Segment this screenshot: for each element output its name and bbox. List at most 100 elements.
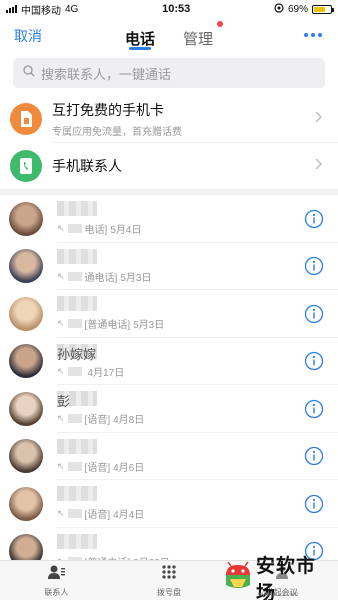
android-logo-icon [222, 561, 254, 596]
call-history-row[interactable]: 孙嫁嫁 ↖ 4月17日 [0, 338, 338, 385]
call-date: 4月6日 [113, 462, 145, 474]
tab-label: 拨号盘 [157, 587, 181, 597]
phone-book-icon [10, 150, 42, 182]
call-meta: ↖ 通电话] 5月3日 [57, 269, 151, 284]
call-date: 4月17日 [87, 367, 125, 379]
signal-icon [6, 5, 17, 13]
call-history-row[interactable]: ↖ 通电话] 5月3日 [0, 243, 338, 290]
contact-name-redacted [57, 486, 97, 502]
call-type: [语音] [84, 510, 111, 522]
contacts-icon [47, 564, 66, 585]
search-bar[interactable]: 搜索联系人，一键通话 [13, 58, 325, 88]
outgoing-call-icon: ↖ [57, 413, 65, 424]
avatar [9, 201, 43, 236]
feature-subtitle: 专属应用免流量，首充赠话费 [52, 127, 182, 138]
call-date: 5月4日 [110, 225, 142, 237]
redacted-block [67, 366, 82, 376]
watermark-logo: 安软市场 www.anxz.com [222, 556, 334, 600]
outgoing-call-icon: ↖ [57, 270, 65, 281]
info-icon[interactable] [304, 304, 324, 324]
info-icon[interactable] [304, 351, 324, 371]
redacted-block [67, 509, 82, 519]
call-history-row[interactable]: 彭 ↖ [语音] 4月8日 [0, 385, 338, 433]
avatar [9, 249, 43, 284]
outgoing-call-icon: ↖ [57, 460, 65, 471]
call-type: 通电话] [84, 272, 118, 284]
tab-dialpad[interactable]: 拨号盘 [113, 561, 226, 600]
tab-contacts[interactable]: 联系人 [0, 561, 113, 600]
outgoing-call-icon: ↖ [57, 365, 65, 376]
call-history-row[interactable]: ↖ [普通电话] 5月3日 [0, 290, 338, 338]
call-type: [普通电话] [84, 320, 131, 332]
contact-name: 孙嫁嫁 [57, 346, 97, 362]
call-date: 5月3日 [133, 320, 165, 332]
call-meta: ↖ [语音] 4月6日 [57, 459, 144, 474]
search-icon [23, 64, 35, 82]
call-history-row[interactable]: ↖ [语音] 4月6日 [0, 433, 338, 480]
avatar [9, 344, 43, 379]
call-type: [语音] [84, 415, 111, 427]
status-left: 中国移动 4G [6, 2, 78, 17]
call-meta: ↖ [普通电话] 5月3日 [57, 316, 164, 331]
outgoing-call-icon: ↖ [57, 223, 65, 234]
contact-name-redacted [57, 248, 97, 264]
contact-name: 彭 [57, 394, 71, 410]
call-meta: ↖ 电话] 5月4日 [57, 221, 141, 236]
contact-name-redacted: 孙嫁嫁 [57, 343, 97, 362]
tab-phone[interactable]: 电话 [125, 18, 155, 52]
info-icon[interactable] [304, 209, 324, 229]
contact-name-redacted [57, 296, 97, 312]
orientation-lock-icon [274, 2, 284, 16]
chevron-right-icon [315, 110, 322, 128]
carrier-label: 中国移动 [21, 5, 61, 17]
contact-name-redacted [57, 201, 97, 217]
outgoing-call-icon: ↖ [57, 318, 65, 329]
call-meta: ↖ [语音] 4月4日 [57, 506, 144, 521]
tab-manage[interactable]: 管理 [183, 18, 224, 52]
redacted-block [67, 461, 82, 471]
avatar [9, 486, 43, 521]
call-type: 电话] [84, 225, 108, 237]
sim-card-icon [10, 103, 42, 135]
avatar [9, 296, 43, 331]
info-icon[interactable] [304, 494, 324, 514]
tab-manage-label: 管理 [183, 30, 214, 48]
network-label: 4G [65, 3, 79, 15]
call-date: 5月3日 [120, 272, 152, 284]
contact-name-redacted [57, 438, 97, 454]
notification-dot [217, 21, 224, 27]
info-icon[interactable] [304, 446, 324, 466]
top-nav: 取消 电话 管理 [0, 18, 338, 52]
outgoing-call-icon: ↖ [57, 508, 65, 519]
battery-icon [312, 4, 334, 14]
call-date: 4月4日 [113, 510, 145, 522]
call-meta: ↖ [语音] 4月8日 [57, 411, 144, 426]
tab-label: 联系人 [44, 587, 69, 597]
call-history-row[interactable]: ↖ [语音] 4月4日 [0, 480, 338, 528]
free-sim-card-row[interactable]: 互打免费的手机卡 专属应用免流量，首充赠话费 [0, 96, 338, 142]
feature-title: 互打免费的手机卡 [52, 102, 164, 118]
status-right: 69% [274, 2, 334, 16]
call-date: 4月8日 [113, 415, 145, 427]
call-history-row[interactable]: ↖ 电话] 5月4日 [0, 195, 338, 243]
redacted-block [67, 271, 82, 281]
more-options-button[interactable] [304, 33, 322, 37]
watermark-url: www.anxz.com [258, 592, 299, 598]
phone-contacts-row[interactable]: 手机联系人 [0, 143, 338, 189]
avatar [9, 391, 43, 426]
dialpad-icon [161, 564, 177, 585]
call-history-list: ↖ 电话] 5月4日 ↖ 通电话] 5月3日 ↖ [普通电话] 5月3日 孙嫁嫁 ↖ 4月17日彭 ↖[… [0, 195, 338, 575]
redacted-block [67, 224, 82, 234]
contact-name-redacted [57, 533, 97, 549]
info-icon[interactable] [304, 399, 324, 419]
battery-percent: 69% [287, 3, 308, 15]
call-type: [语音] [84, 462, 111, 474]
tab-group: 电话 管理 [0, 18, 338, 52]
call-meta: ↖ 4月17日 [57, 364, 124, 379]
contact-name-redacted: 彭 [57, 391, 97, 410]
redacted-block [67, 414, 82, 424]
feature-title: 手机联系人 [52, 158, 122, 174]
info-icon[interactable] [304, 256, 324, 276]
avatar [9, 439, 43, 474]
status-bar: 中国移动 4G 10:53 69% [0, 0, 338, 18]
